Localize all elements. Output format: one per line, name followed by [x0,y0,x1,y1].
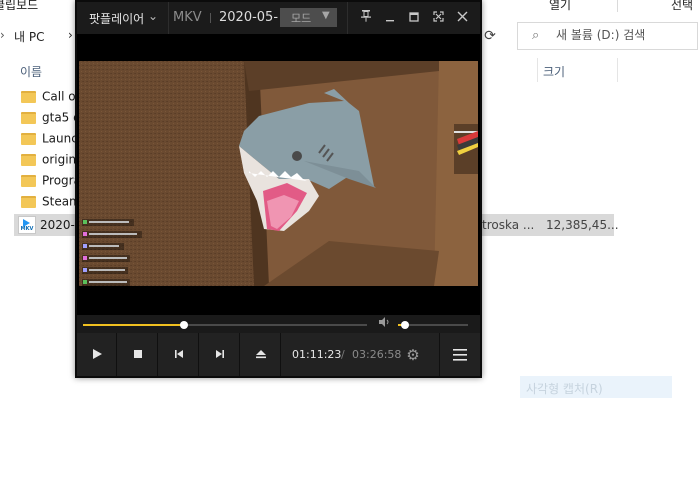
breadcrumb-chevron[interactable]: › [68,28,73,42]
player-titlebar[interactable]: 팟플레이어 ⌄ MKV 2020-05- 모드 ▼ [77,2,480,34]
file-size: 12,385,45... [546,218,619,232]
column-divider[interactable] [537,58,538,82]
folder-icon [21,111,36,124]
search-input[interactable] [556,28,696,42]
volume-slider[interactable] [398,321,468,329]
seek-bar[interactable] [83,321,367,329]
column-header-size[interactable]: 크기 [543,63,565,80]
context-menu-ghost: 사각형 캡처(R) [520,376,672,398]
titlebar-divider [347,2,348,34]
list-item[interactable]: Call of [18,89,80,110]
titlebar-divider [168,2,169,34]
mode-label: 모드 [291,12,312,25]
video-scene-image [79,61,478,286]
play-button[interactable] [77,333,117,376]
list-item[interactable]: Steam [18,194,81,215]
ribbon-divider [617,0,618,12]
seek-handle[interactable] [180,321,189,329]
control-bar: 01:11:23 / 03:26:58 ⚙ [77,333,480,376]
volume-icon[interactable] [379,317,391,330]
seek-row [77,315,480,333]
column-header-name[interactable]: 이름 [20,63,42,80]
mkv-file-icon: MKV [18,216,36,234]
previous-button[interactable] [159,333,199,376]
minimize-icon[interactable] [380,8,400,28]
list-item[interactable]: origin [18,152,76,173]
play-icon [93,349,102,359]
context-menu-item: 사각형 캡처(R) [526,382,603,396]
fullscreen-icon[interactable] [428,8,448,28]
close-icon[interactable] [452,8,472,28]
previous-icon [175,350,183,358]
gear-icon[interactable]: ⚙ [403,345,423,365]
eject-button[interactable] [241,333,281,376]
time-total[interactable]: 03:26:58 [352,348,401,361]
video-area[interactable] [77,34,480,315]
media-player-window[interactable]: 팟플레이어 ⌄ MKV 2020-05- 모드 ▼ 01:11:23 / 03:… [75,0,482,378]
pin-icon[interactable] [356,8,376,28]
seek-progress-fill [83,324,185,326]
mode-dropdown[interactable]: 모드 ▼ [280,8,337,27]
volume-handle[interactable] [401,321,409,329]
format-label: MKV [173,10,202,25]
folder-icon [21,90,36,103]
chevron-right-icon[interactable]: › [0,28,5,42]
ribbon-select-label[interactable]: 선택 [671,0,693,13]
eject-icon [256,350,266,359]
menu-icon [453,349,467,361]
ribbon-clipboard-label: 클립보드 [0,0,39,12]
menu-button[interactable] [439,333,480,376]
folder-icon [21,195,36,208]
stop-icon [134,350,142,358]
time-current: 01:11:23 [292,348,342,361]
time-separator: / [341,348,345,361]
folder-icon [21,153,36,166]
file-name: 2020- [40,218,75,232]
file-name: origin [42,152,77,167]
folder-icon [21,132,36,145]
video-frame [79,61,478,286]
list-item[interactable]: gta5 e [18,110,81,131]
refresh-icon[interactable]: ⟳ [480,26,500,46]
chevron-down-icon[interactable]: ⌄ [148,9,158,23]
search-box[interactable]: ⌕ [517,22,698,50]
file-title: 2020-05- [219,10,279,25]
breadcrumb-this-pc[interactable]: 내 PC [14,28,44,45]
file-type: troska ... [482,218,535,232]
column-divider[interactable] [617,58,618,82]
next-icon [216,350,224,358]
stop-button[interactable] [118,333,158,376]
app-name[interactable]: 팟플레이어 [89,10,144,27]
titlebar-divider [210,13,211,23]
ribbon-open-label[interactable]: 열기 [549,0,571,13]
folder-icon [21,174,36,187]
search-icon: ⌕ [532,28,540,43]
list-item[interactable]: Progra [18,173,81,194]
maximize-icon[interactable] [404,8,424,28]
caret-down-icon: ▼ [322,10,330,21]
next-button[interactable] [200,333,240,376]
